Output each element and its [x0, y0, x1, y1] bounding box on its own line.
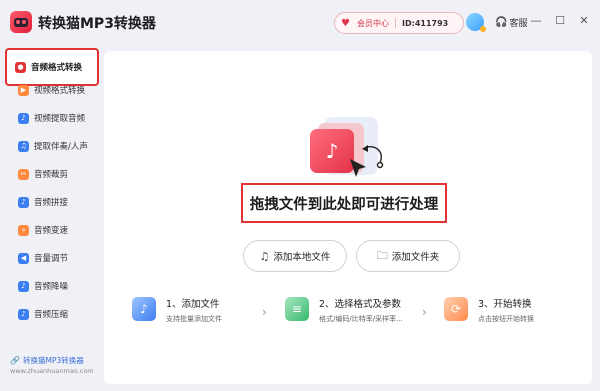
- sidebar-item-label: 音频裁剪: [34, 170, 69, 180]
- settings-card-icon: ≡: [285, 297, 309, 321]
- add-local-file-button[interactable]: ♫ 添加本地文件: [243, 240, 347, 272]
- chevron-right-icon: ›: [422, 305, 427, 319]
- denoise-icon: ♪: [18, 280, 29, 292]
- video-extract-icon: ♪: [18, 112, 29, 124]
- sidebar-item-volume[interactable]: ◀ 音量调节: [10, 244, 100, 272]
- sidebar-item-label: 音频降噪: [34, 282, 69, 292]
- heart-icon: ♥: [341, 17, 350, 29]
- footer-home-link[interactable]: 🔗 转换猫MP3转换器: [10, 355, 84, 366]
- add-folder-button[interactable]: 🗀 添加文件夹: [356, 240, 460, 272]
- footer-url[interactable]: www.zhuanhuanmao.com: [10, 367, 94, 375]
- drop-hint: 拖拽文件到此处即可进行处理: [241, 183, 447, 223]
- vip-center-button[interactable]: ♥ 会员中心 ID:411793: [334, 12, 464, 34]
- maximize-icon[interactable]: ☐: [552, 12, 568, 30]
- sidebar-item-video-convert[interactable]: ▶ 视频格式转换: [10, 76, 100, 104]
- sidebar-item-label: 提取伴奏/人声: [34, 142, 88, 152]
- step-title: 2、选择格式及参数: [319, 299, 402, 310]
- sidebar-item-audio-speed[interactable]: » 音频变速: [10, 216, 100, 244]
- sidebar-item-label: 音频压缩: [34, 310, 69, 320]
- headset-icon: 🎧: [495, 17, 508, 28]
- step-desc: 格式/编码/比特率/采样率...: [319, 315, 403, 323]
- sidebar-item-label: 音频变速: [34, 226, 69, 236]
- video-convert-icon: ▶: [18, 84, 29, 96]
- drop-zone[interactable]: ♪ 拖拽文件到此处即可进行处理 ♫ 添加本地文件 🗀 添加文件夹 ♪ 1、添加文…: [104, 51, 592, 384]
- app-title: 转换猫MP3转换器: [38, 16, 156, 32]
- sidebar-item-label: 视频格式转换: [34, 86, 86, 96]
- sidebar-item-compress[interactable]: ♪ 音频压缩: [10, 300, 100, 328]
- avatar[interactable]: [466, 13, 486, 32]
- support-label: 客服: [509, 19, 528, 29]
- sidebar: ● 音频格式转换 ▶ 视频格式转换 ♪ 视频提取音频 ♫ 提取伴奏/人声 ✂ 音…: [0, 44, 104, 391]
- audio-merge-icon: ♪: [18, 196, 29, 208]
- sidebar-item-denoise[interactable]: ♪ 音频降噪: [10, 272, 100, 300]
- sidebar-item-audio-cut[interactable]: ✂ 音频裁剪: [10, 160, 100, 188]
- step-title: 1、添加文件: [166, 299, 220, 310]
- audio-convert-icon: ●: [15, 61, 26, 73]
- folder-icon: 🗀: [376, 248, 388, 262]
- add-music-file-icon: ♫: [259, 249, 270, 263]
- sidebar-item-vocal-extract[interactable]: ♫ 提取伴奏/人声: [10, 132, 100, 160]
- footer-link-label: 转换猫MP3转换器: [22, 356, 84, 365]
- add-folder-label: 添加文件夹: [391, 252, 440, 263]
- audio-speed-icon: »: [18, 224, 29, 236]
- drag-cursor-icon: [350, 145, 384, 177]
- sidebar-item-label: 音量调节: [34, 254, 69, 264]
- close-icon[interactable]: ✕: [576, 12, 592, 30]
- chevron-right-icon: ›: [262, 305, 267, 319]
- title-bar: 转换猫MP3转换器 ♥ 会员中心 ID:411793 🎧 客服 — ☐ ✕: [0, 0, 600, 44]
- link-icon: 🔗: [10, 356, 20, 365]
- sidebar-item-label: 音频拼接: [34, 198, 69, 208]
- vocal-extract-icon: ♫: [18, 140, 29, 152]
- step-desc: 点击按钮开始转换: [478, 315, 534, 323]
- step-title: 3、开始转换: [478, 299, 532, 310]
- compress-icon: ♪: [18, 308, 29, 320]
- divider: [395, 18, 396, 28]
- sidebar-item-video-extract[interactable]: ♪ 视频提取音频: [10, 104, 100, 132]
- sidebar-item-audio-merge[interactable]: ♪ 音频拼接: [10, 188, 100, 216]
- audio-cut-icon: ✂: [18, 168, 29, 180]
- minimize-icon[interactable]: —: [528, 12, 544, 30]
- support-button[interactable]: 🎧 客服: [495, 16, 527, 29]
- volume-icon: ◀: [18, 252, 29, 264]
- sidebar-item-label: 音频格式转换: [31, 63, 83, 73]
- user-id: ID:411793: [402, 18, 449, 28]
- app-logo-icon: [10, 11, 32, 33]
- convert-icon: ⟳: [444, 297, 468, 321]
- step-desc: 支持批量添加文件: [166, 315, 222, 323]
- add-local-file-label: 添加本地文件: [273, 252, 331, 263]
- add-file-icon: ♪: [132, 297, 156, 321]
- vip-label: 会员中心: [357, 18, 389, 28]
- sidebar-item-label: 视频提取音频: [34, 114, 86, 124]
